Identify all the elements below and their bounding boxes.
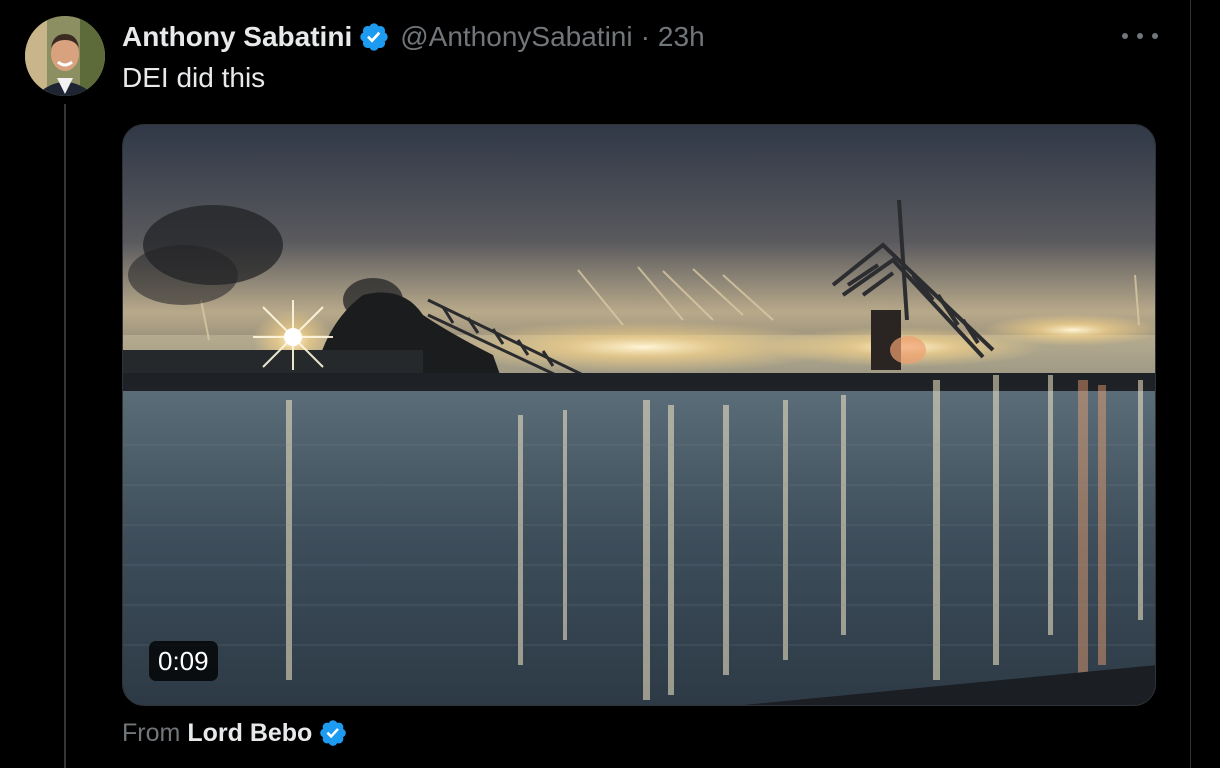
tweet-header: Anthony Sabatini @AnthonySabatini · 23h (122, 18, 705, 56)
video-duration-badge: 0:09 (149, 641, 218, 681)
separator-dot: · (640, 21, 650, 52)
verified-badge-icon[interactable] (318, 718, 348, 748)
author-handle[interactable]: @AnthonySabatini (400, 21, 632, 53)
attribution-name-link[interactable]: Lord Bebo (187, 719, 312, 748)
more-dot (1137, 33, 1143, 39)
author-name[interactable]: Anthony Sabatini (122, 21, 352, 53)
video-player[interactable]: 0:09 (122, 124, 1156, 706)
attribution-label: From (122, 718, 181, 747)
timestamp[interactable]: 23h (658, 21, 705, 53)
video-frame (123, 125, 1155, 705)
verified-badge-icon[interactable] (358, 21, 390, 53)
column-divider (1190, 0, 1191, 768)
video-attribution: From Lord Bebo (122, 716, 348, 750)
more-dot (1152, 33, 1158, 39)
more-options-icon[interactable] (1122, 22, 1158, 50)
thread-connector-line (64, 104, 66, 768)
avatar[interactable] (25, 16, 105, 96)
more-dot (1122, 33, 1128, 39)
tweet-text: DEI did this (122, 62, 266, 93)
